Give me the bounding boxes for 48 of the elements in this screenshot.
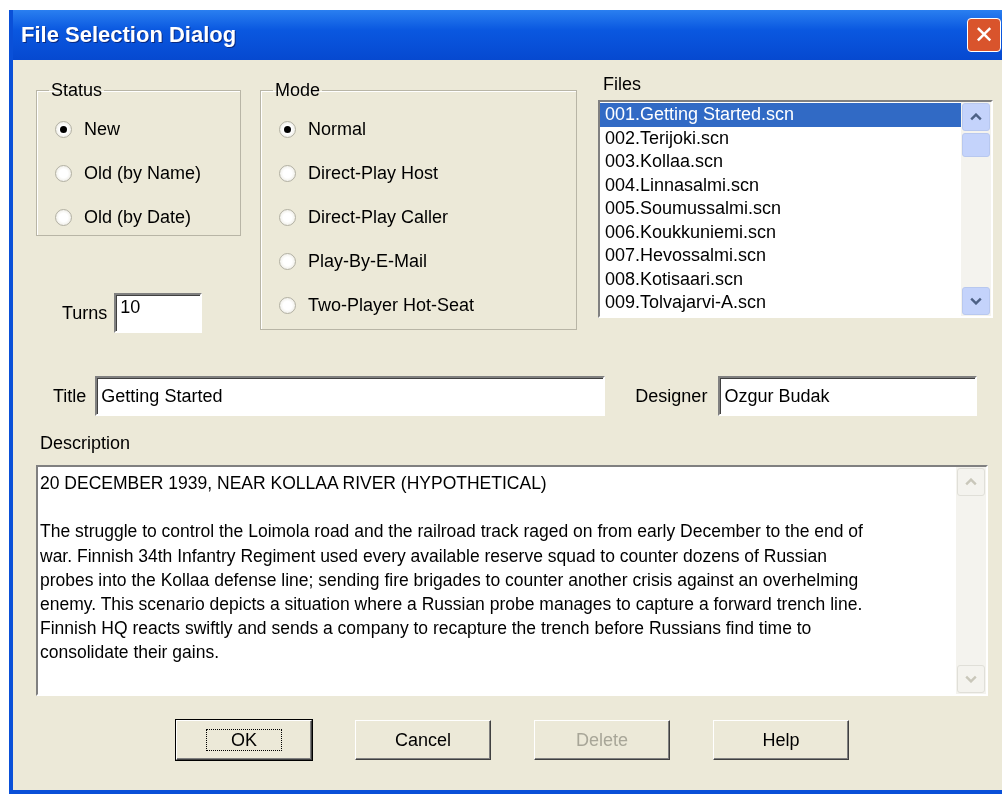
radio-button[interactable]: [55, 208, 72, 226]
description-box[interactable]: [36, 465, 988, 696]
designer-field[interactable]: Ozgur Budak: [718, 376, 978, 416]
turns-label: Turns: [62, 302, 108, 324]
radio-option[interactable]: Old (by Name): [55, 151, 240, 195]
radio-option[interactable]: Old (by Date): [55, 195, 240, 239]
file-item[interactable]: 004.Linnasalmi.scn: [600, 173, 961, 197]
group-label: Status: [50, 80, 104, 101]
description-text: The struggle to control the Loimola road and the railroad track raged on from early December to the end of war. Finnish 34th Infantry Regiment used every available reserve squad to counter dozens of Russian probes into the Kollaa defense line; sending fire brigades to counter another crisis against an overhelming enemy. This scenario depicts a situation where a Russian probe manages to capture a forward trench line. Finnish HQ reacts swiftly and sends a company to recapture the trench before Russians find time to consolidate their gains.: [40, 520, 864, 665]
turns-field[interactable]: 10: [114, 293, 203, 333]
radio-button[interactable]: [279, 252, 296, 270]
file-item[interactable]: 003.Kollaa.scn: [600, 150, 961, 174]
designer-label: Designer: [635, 385, 708, 407]
file-list[interactable]: 001.Getting Started.scn 002.Terijoki.scn 003.Kollaa.scn 004.Linnasalmi.scn 005.Soumussalmi.scn 006.Koukkuniemi.scn 007.Hevossalmi.scn 008.Kotisaari.scn 009.Tolvajarvi-A.scn: [598, 100, 993, 318]
radio-option[interactable]: Two-Player Hot-Seat: [279, 283, 576, 327]
dialog-button[interactable]: OK: [176, 720, 312, 760]
group-label: Mode: [274, 80, 322, 101]
radio-button[interactable]: [55, 120, 72, 138]
radio-option[interactable]: Direct-Play Caller: [279, 195, 576, 239]
scrollbar[interactable]: [961, 102, 991, 316]
file-item[interactable]: 005.Soumussalmi.scn: [600, 197, 961, 221]
file-item[interactable]: 009.Tolvajarvi-A.scn: [600, 291, 961, 315]
scroll-thumb[interactable]: [962, 133, 990, 157]
file-item[interactable]: 002.Terijoki.scn: [600, 126, 961, 150]
scroll-up-button[interactable]: [962, 103, 990, 131]
files-label: Files: [603, 74, 642, 96]
radio-button[interactable]: [279, 164, 296, 182]
radio-option[interactable]: Normal: [279, 107, 576, 151]
dialog-button[interactable]: Help: [713, 720, 849, 760]
radio-button[interactable]: [55, 164, 72, 182]
close-button[interactable]: ✕: [967, 18, 1001, 52]
scroll-down-button[interactable]: [962, 287, 990, 315]
file-item[interactable]: 008.Kotisaari.scn: [600, 267, 961, 291]
file-item[interactable]: 006.Koukkuniemi.scn: [600, 220, 961, 244]
window-title: File Selection Dialog: [21, 22, 237, 48]
radio-option[interactable]: New: [55, 107, 240, 151]
file-item[interactable]: 007.Hevossalmi.scn: [600, 244, 961, 268]
radio-option[interactable]: Play-By-E-Mail: [279, 239, 576, 283]
description-label: Description: [40, 433, 132, 455]
radio-button[interactable]: [279, 120, 296, 138]
radio-option[interactable]: Direct-Play Host: [279, 151, 576, 195]
description-heading: 20 DECEMBER 1939, NEAR KOLLAA RIVER (HYPOTHETICAL): [40, 472, 548, 495]
radio-button[interactable]: [279, 208, 296, 226]
dialog-button[interactable]: Cancel: [355, 720, 491, 760]
title-label: Title: [53, 385, 87, 407]
radio-button[interactable]: [279, 296, 296, 314]
file-item[interactable]: 001.Getting Started.scn: [600, 103, 961, 127]
title-field[interactable]: Getting Started: [95, 376, 606, 416]
